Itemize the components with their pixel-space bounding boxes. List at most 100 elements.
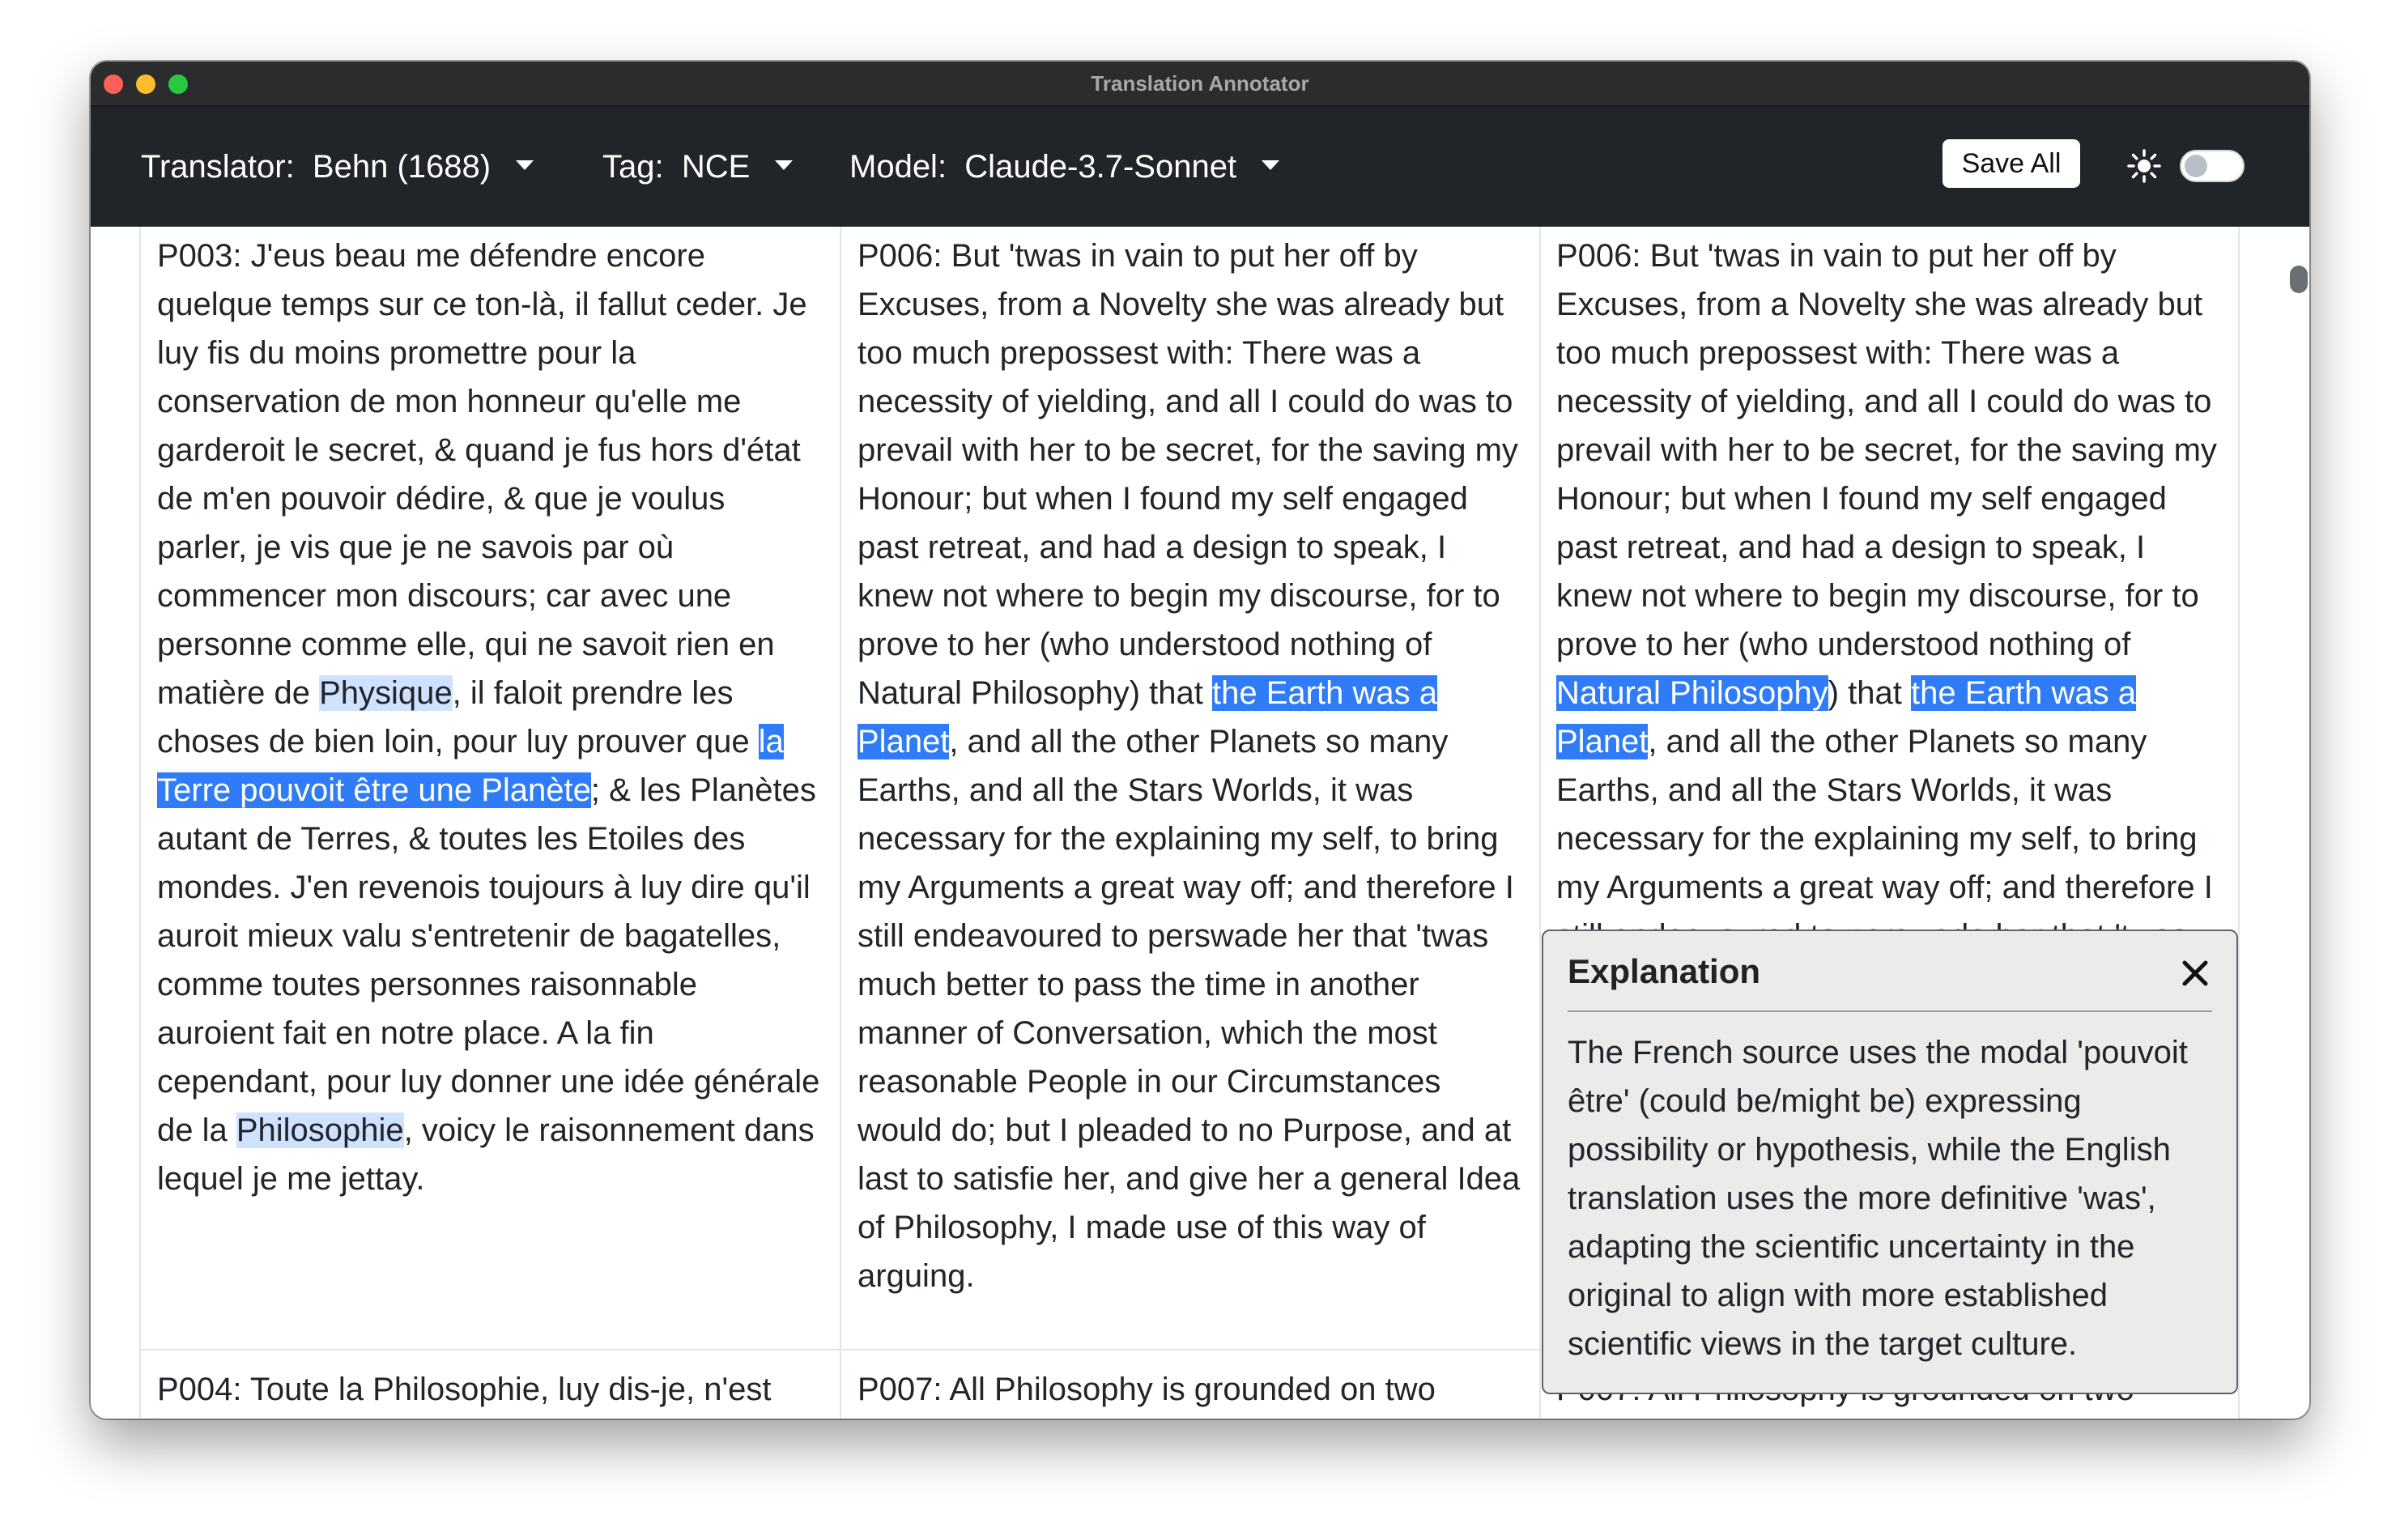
text-segment: manner of Conversation, which the most [857, 1015, 1437, 1051]
scrollbar-thumb[interactable] [2290, 266, 2308, 293]
text-segment: , voicy le raisonnement dans [403, 1112, 815, 1148]
text-segment: Excuses, from a Novelty she was already … [857, 287, 1504, 322]
annotated-span[interactable]: Planet [1556, 724, 1649, 759]
text-line: necessity of yielding, and all I could d… [857, 377, 1520, 426]
text-line: manner of Conversation, which the most [857, 1009, 1520, 1057]
text-line: my Arguments a great way off; and theref… [1556, 863, 2217, 912]
text-segment: knew not where to begin my discourse, fo… [857, 578, 1500, 614]
column-divider [139, 227, 141, 1419]
annotated-span[interactable]: the Earth was a [1911, 675, 2136, 711]
text-segment: conservation de mon honneur qu'elle me [157, 384, 742, 419]
text-line: quelque temps sur ce ton-là, il fallut c… [157, 280, 819, 329]
save-all-button[interactable]: Save All [1943, 139, 2080, 188]
theme-toggle[interactable] [2180, 150, 2245, 182]
text-line: knew not where to begin my discourse, fo… [1556, 572, 2217, 620]
text-segment: past retreat, and had a design to speak,… [857, 530, 1447, 565]
text-segment: necessity of yielding, and all I could d… [857, 384, 1513, 419]
annotated-span[interactable]: Planet [857, 724, 950, 759]
text-segment: choses de bien loin, pour luy prouver qu… [157, 724, 759, 759]
text-line: parler, je vis que je ne savois par où [157, 523, 819, 572]
text-line: necessary for the explaining my self, to… [857, 815, 1520, 863]
text-segment: P006: But 'twas in vain to put her off b… [1556, 238, 2117, 274]
text-segment: Natural Philosophy) that [857, 675, 1213, 711]
text-segment: garderoit le secret, & quand je fus hors… [157, 432, 801, 468]
text-segment: mondes. J'en revenois toujours à luy dir… [157, 870, 811, 905]
text-segment: Honour; but when I found my self engaged [1556, 481, 2167, 517]
text-segment: de la [157, 1112, 236, 1148]
text-segment: arguing. [857, 1258, 975, 1294]
translator-value: Behn (1688) [312, 149, 491, 185]
text-segment: necessary for the explaining my self, to… [857, 821, 1499, 857]
text-segment: cependant, pour luy donner une idée géné… [157, 1064, 820, 1100]
text-segment: too much prepossest with: There was a [1556, 335, 2120, 371]
text-line: auroient fait en notre place. A la fin [157, 1009, 819, 1057]
text-segment: my Arguments a great way off; and theref… [857, 870, 1514, 905]
explanation-line: The French source uses the modal 'pouvoi… [1568, 1035, 2188, 1070]
title-bar: Translation Annotator [91, 62, 2309, 107]
text-line: prove to her (who understood nothing of [1556, 620, 2217, 669]
text-line: reasonable People in our Circumstances [857, 1057, 1520, 1106]
translation-text-cell: P006: But 'twas in vain to put her off b… [857, 232, 1520, 1300]
toggle-knob [2185, 155, 2207, 177]
text-segment: autant de Terres, & toutes les Etoiles d… [157, 821, 746, 857]
explanation-title: Explanation [1568, 952, 1761, 990]
text-segment: much better to pass the time in another [857, 967, 1419, 1002]
text-line: Natural Philosophy) that the Earth was a [1556, 669, 2217, 717]
text-line: commencer mon discours; car avec une [157, 572, 819, 620]
text-line: P006: But 'twas in vain to put her off b… [1556, 232, 2217, 280]
column-divider [840, 227, 841, 1419]
text-line: P007: All Philosophy is grounded on two [857, 1365, 1436, 1414]
explanation-line: original to align with more established [1568, 1278, 2109, 1313]
text-segment: too much prepossest with: There was a [857, 335, 1421, 371]
text-segment: auroient fait en notre place. A la fin [157, 1015, 654, 1051]
text-line: prevail with her to be secret, for the s… [857, 426, 1520, 474]
text-segment: auroit mieux valu s'entretenir de bagate… [157, 918, 781, 954]
text-segment: quelque temps sur ce ton-là, il fallut c… [157, 287, 807, 322]
text-line: too much prepossest with: There was a [857, 329, 1520, 377]
model-label: Model: [849, 149, 947, 185]
text-segment: would do; but I pleaded to no Purpose, a… [857, 1112, 1512, 1148]
term-highlight[interactable]: Philosophie [236, 1112, 404, 1148]
text-line: comme toutes personnes raisonnable [157, 960, 819, 1009]
annotated-span[interactable]: Natural Philosophy [1556, 675, 1828, 711]
text-segment: prove to her (who understood nothing of [857, 627, 1432, 662]
text-line: P004: Toute la Philosophie, luy dis-je, … [157, 1365, 771, 1414]
annotated-span[interactable]: la [758, 724, 784, 759]
text-segment: of Philosophy, I made use of this way of [857, 1210, 1426, 1245]
text-segment: , and all the other Planets so many [949, 724, 1449, 759]
text-line: last to satisfie her, and give her a gen… [857, 1155, 1520, 1203]
chevron-down-icon [516, 160, 534, 171]
text-line: too much prepossest with: There was a [1556, 329, 2217, 377]
translator-dropdown[interactable]: Translator: Behn (1688) [141, 147, 534, 186]
text-line: Honour; but when I found my self engaged [857, 474, 1520, 523]
explanation-line: adapting the scientific uncertainty in t… [1568, 1229, 2135, 1265]
text-line: arguing. [857, 1252, 1520, 1300]
text-line: necessary for the explaining my self, to… [1556, 815, 2217, 863]
text-segment: necessity of yielding, and all I could d… [1556, 384, 2212, 419]
text-line: autant de Terres, & toutes les Etoiles d… [157, 815, 819, 863]
text-line: P006: But 'twas in vain to put her off b… [857, 232, 1520, 280]
term-highlight[interactable]: Physique [319, 675, 453, 711]
sun-icon[interactable] [2126, 148, 2162, 184]
text-segment: Honour; but when I found my self engaged [857, 481, 1468, 517]
text-segment: my Arguments a great way off; and theref… [1556, 870, 2213, 905]
annotated-span[interactable]: Terre pouvoit être une Planète [157, 772, 591, 808]
text-segment: parler, je vis que je ne savois par où [157, 530, 674, 565]
chevron-down-icon [1262, 160, 1280, 171]
text-segment: lequel je me jettay. [157, 1161, 425, 1197]
text-line: Excuses, from a Novelty she was already … [1556, 280, 2217, 329]
text-line: Planet, and all the other Planets so man… [1556, 717, 2217, 766]
text-segment: ; & les Planètes [590, 772, 816, 808]
tag-dropdown[interactable]: Tag: NCE [602, 147, 794, 186]
text-line: past retreat, and had a design to speak,… [857, 523, 1520, 572]
text-line: knew not where to begin my discourse, fo… [857, 572, 1520, 620]
annotated-span[interactable]: the Earth was a [1212, 675, 1437, 711]
text-line: auroit mieux valu s'entretenir de bagate… [157, 912, 819, 960]
text-segment: prove to her (who understood nothing of [1556, 627, 2131, 662]
text-segment: , il faloit prendre les [452, 675, 734, 711]
close-icon[interactable] [2181, 959, 2210, 988]
model-dropdown[interactable]: Model: Claude-3.7-Sonnet [849, 147, 1280, 186]
text-segment: reasonable People in our Circumstances [857, 1064, 1441, 1100]
text-line: still endeavoured to perswade her that '… [857, 912, 1520, 960]
text-segment: personne comme elle, qui ne savoit rien … [157, 627, 775, 662]
